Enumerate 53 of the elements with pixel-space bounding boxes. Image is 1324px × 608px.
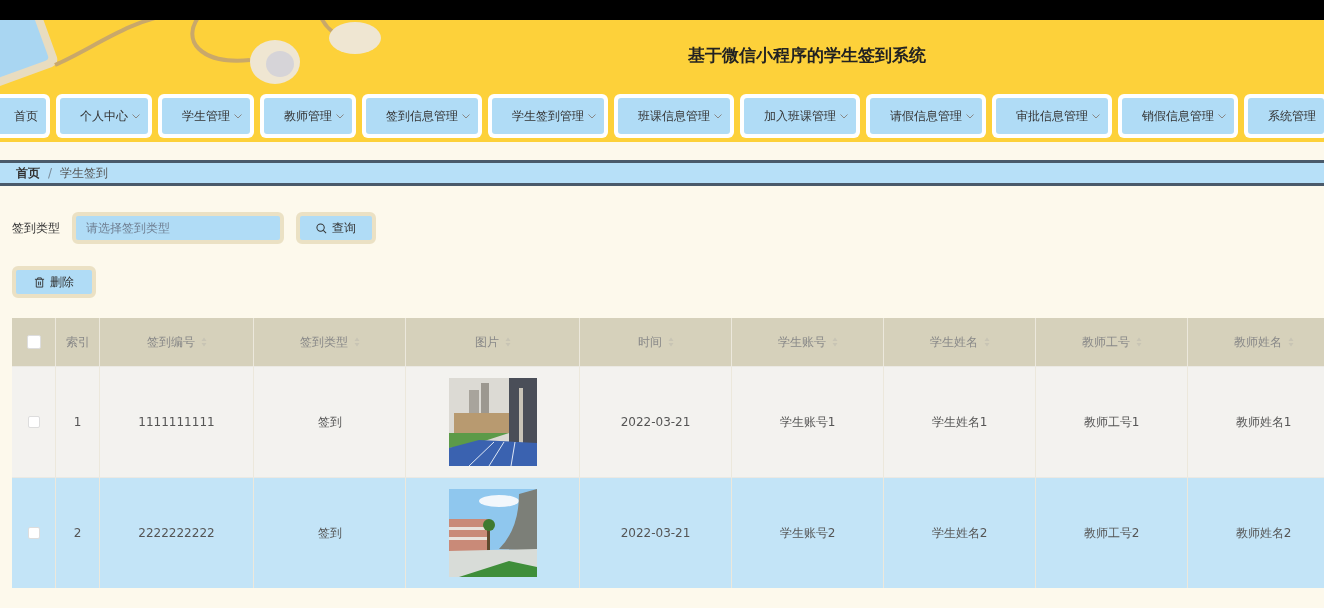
chevron-down-icon	[840, 113, 848, 119]
nav-menu-item[interactable]: 学生签到管理	[492, 98, 604, 134]
table-cell: 教师工号1	[1083, 413, 1140, 431]
nav-menu-item[interactable]: 个人中心	[60, 98, 148, 134]
nav-menu-item[interactable]: 系统管理	[1248, 98, 1324, 134]
search-button[interactable]: 查询	[296, 212, 376, 244]
table-cell: 学生账号2	[779, 524, 836, 542]
trash-icon	[34, 276, 45, 288]
search-icon	[316, 222, 327, 234]
chevron-down-icon	[462, 113, 470, 119]
table-cell: 签到	[317, 524, 342, 542]
nav-menu-item[interactable]: 审批信息管理	[996, 98, 1108, 134]
table-cell: 2022-03-21	[620, 415, 691, 429]
search-field[interactable]: 请选择签到类型	[72, 212, 284, 244]
system-title: 基于微信小程序的学生签到系统	[688, 43, 926, 67]
nav-menu-item[interactable]: 教师管理	[264, 98, 352, 134]
table-cell: 2	[73, 526, 82, 540]
chevron-down-icon	[714, 113, 722, 119]
breadcrumb-separator: /	[48, 166, 53, 180]
table-cell: 1	[73, 415, 82, 429]
table-cell: 教师工号2	[1083, 524, 1140, 542]
table-cell: 学生账号1	[779, 413, 836, 431]
nav-menu-item[interactable]: 签到信息管理	[366, 98, 478, 134]
table-row[interactable]: 2 2222222222 签到 2022-03-21 学生账号2 学生姓名2 教师工号2 教师姓名2	[12, 477, 1324, 588]
table-cell: 学生姓名1	[931, 413, 988, 431]
table-cell: 2222222222	[138, 526, 215, 540]
table-cell: 2022-03-21	[620, 526, 691, 540]
nav-menu-item[interactable]: 加入班课管理	[744, 98, 856, 134]
chevron-down-icon	[336, 113, 344, 119]
chevron-down-icon	[1092, 113, 1100, 119]
breadcrumb-item: 学生签到	[60, 164, 109, 182]
nav-menu-item[interactable]: 销假信息管理	[1122, 98, 1234, 134]
nav-menu-item[interactable]: 班课信息管理	[618, 98, 730, 134]
chevron-down-icon	[588, 113, 596, 119]
nav-menu-item[interactable]: 学生管理	[162, 98, 250, 134]
row-checkbox[interactable]	[27, 527, 40, 539]
table-cell: 学生姓名2	[931, 524, 988, 542]
chevron-down-icon	[234, 113, 242, 119]
delete-button[interactable]: 删除	[12, 266, 96, 298]
chevron-down-icon	[1218, 113, 1226, 119]
breadcrumb-item[interactable]: 首页	[16, 164, 40, 182]
select-all-checkbox[interactable]	[26, 335, 41, 349]
field-label: 签到类型	[12, 219, 60, 237]
chevron-down-icon	[966, 113, 974, 119]
nav-menu-item[interactable]: 首页	[0, 98, 46, 134]
row-checkbox[interactable]	[27, 416, 40, 428]
nav-menu-item[interactable]: 请假信息管理	[870, 98, 982, 134]
table-cell: 签到	[317, 413, 342, 431]
table-cell: 教师姓名2	[1235, 524, 1292, 542]
chevron-down-icon	[132, 113, 140, 119]
table-row[interactable]: 1 1111111111 签到 2022-03-21 学生账号1 学生姓名1 教师工号1 教师姓名1	[12, 366, 1324, 477]
table-cell: 1111111111	[138, 415, 215, 429]
table-cell: 教师姓名1	[1235, 413, 1292, 431]
